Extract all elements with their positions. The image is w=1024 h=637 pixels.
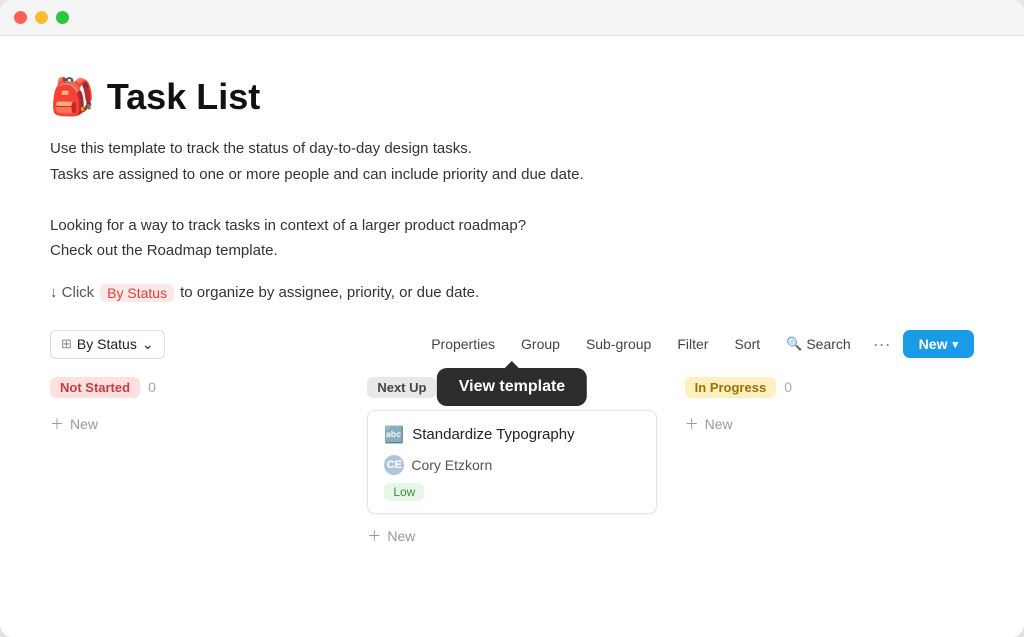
search-button[interactable]: 🔍 Search	[776, 331, 861, 357]
roadmap-line-1: Looking for a way to track tasks in cont…	[50, 213, 974, 239]
by-status-hint-badge[interactable]: By Status	[100, 284, 174, 302]
add-new-label-in-progress: New	[705, 416, 733, 432]
column-not-started: Not Started 0 ＋ New	[50, 377, 339, 550]
task-card-title-row: 🔤 Standardize Typography	[384, 425, 639, 445]
status-badge-not-started: Not Started	[50, 377, 140, 398]
task-title: Standardize Typography	[412, 426, 574, 443]
column-header-next-up: Next Up 1	[367, 377, 656, 398]
add-new-in-progress[interactable]: ＋ New	[685, 410, 974, 438]
plus-icon-in-progress: ＋	[685, 414, 699, 434]
hint-line: ↓ Click By Status to organize by assigne…	[50, 284, 974, 302]
add-new-label-next-up: New	[387, 528, 415, 544]
priority-badge: Low	[384, 483, 424, 501]
description-line-2: Tasks are assigned to one or more people…	[50, 162, 974, 188]
minimize-dot[interactable]	[35, 11, 48, 24]
properties-label: Properties	[431, 336, 495, 352]
toolbar: ⊞ By Status ⌄ Properties Group Sub-group…	[50, 330, 974, 359]
status-badge-in-progress: In Progress	[685, 377, 777, 398]
search-label: Search	[806, 336, 850, 352]
assignee-name: Cory Etzkorn	[411, 457, 492, 473]
more-icon: ···	[873, 334, 891, 354]
add-new-next-up[interactable]: ＋ New	[367, 522, 656, 550]
sort-button[interactable]: Sort	[724, 331, 770, 357]
column-next-up: Next Up 1 🔤 Standardize Typography CE Co…	[367, 377, 656, 550]
close-dot[interactable]	[14, 11, 27, 24]
task-card[interactable]: 🔤 Standardize Typography CE Cory Etzkorn…	[367, 410, 656, 514]
page-title-row: 🎒 Task List	[50, 76, 974, 118]
by-status-label: By Status	[77, 336, 137, 352]
description-line-1: Use this template to track the status of…	[50, 136, 974, 162]
column-in-progress: In Progress 0 ＋ New	[685, 377, 974, 550]
new-label: New	[919, 336, 948, 352]
board: Not Started 0 ＋ New Next Up 1 🔤	[50, 377, 974, 550]
titlebar	[0, 0, 1024, 36]
roadmap-line-2: Check out the Roadmap template.	[50, 238, 974, 264]
column-count-next-up: 1	[444, 379, 452, 395]
hint-text-after: to organize by assignee, priority, or du…	[180, 284, 479, 301]
subgroup-button[interactable]: Sub-group	[576, 331, 661, 357]
main-window: 🎒 Task List Use this template to track t…	[0, 0, 1024, 637]
task-assignee-row: CE Cory Etzkorn	[384, 455, 639, 475]
more-options-button[interactable]: ···	[867, 330, 897, 359]
sort-label: Sort	[734, 336, 760, 352]
subgroup-label: Sub-group	[586, 336, 651, 352]
hint-arrow: ↓ Click	[50, 284, 94, 301]
new-chevron-icon: ▾	[952, 338, 958, 351]
avatar: CE	[384, 455, 404, 475]
group-button[interactable]: Group	[511, 331, 570, 357]
column-count-not-started: 0	[148, 379, 156, 395]
by-status-icon: ⊞	[61, 336, 72, 352]
page-icon: 🎒	[50, 76, 95, 118]
add-new-label-not-started: New	[70, 416, 98, 432]
page-title: Task List	[107, 76, 260, 118]
content-area: 🎒 Task List Use this template to track t…	[0, 36, 1024, 637]
add-new-not-started[interactable]: ＋ New	[50, 410, 339, 438]
by-status-button[interactable]: ⊞ By Status ⌄	[50, 330, 165, 359]
properties-button[interactable]: Properties	[421, 331, 505, 357]
status-badge-next-up: Next Up	[367, 377, 436, 398]
plus-icon-not-started: ＋	[50, 414, 64, 434]
filter-button[interactable]: Filter	[667, 331, 718, 357]
plus-icon-next-up: ＋	[367, 526, 381, 546]
filter-label: Filter	[677, 336, 708, 352]
column-header-not-started: Not Started 0	[50, 377, 339, 398]
fullscreen-dot[interactable]	[56, 11, 69, 24]
description-block: Use this template to track the status of…	[50, 136, 974, 264]
search-icon: 🔍	[786, 336, 802, 352]
column-header-in-progress: In Progress 0	[685, 377, 974, 398]
new-button[interactable]: New ▾	[903, 330, 974, 358]
task-type-icon: 🔤	[384, 425, 404, 445]
chevron-down-icon: ⌄	[142, 336, 154, 353]
group-label: Group	[521, 336, 560, 352]
column-count-in-progress: 0	[784, 379, 792, 395]
